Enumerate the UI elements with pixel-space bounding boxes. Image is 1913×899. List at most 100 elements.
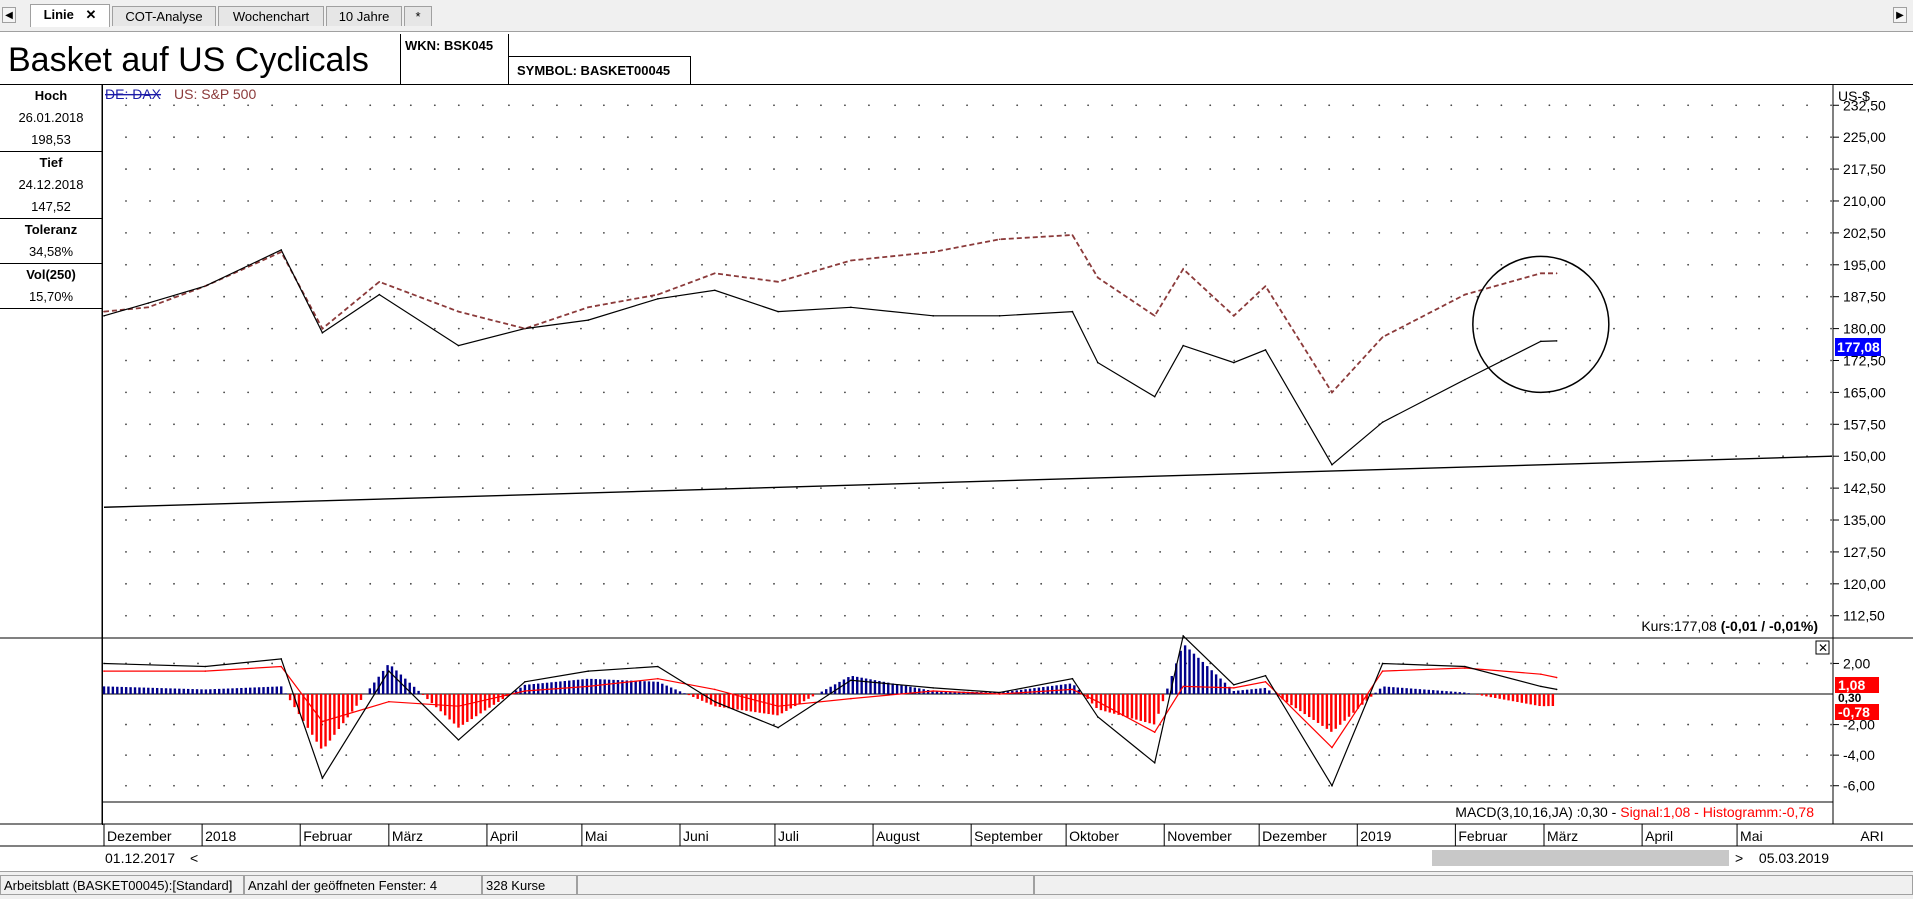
grid-dot	[651, 583, 653, 585]
grid-dot	[173, 232, 175, 234]
grid-dot	[627, 136, 629, 138]
tab-new[interactable]: *	[404, 6, 432, 26]
sp500-point	[103, 311, 105, 313]
grid-dot	[868, 264, 870, 266]
grid-dot	[1328, 200, 1330, 202]
grid-dot	[1450, 264, 1452, 266]
grid-dot	[532, 168, 534, 170]
grid-dot	[627, 583, 629, 585]
grid-dot	[321, 487, 323, 489]
grid-dot	[1735, 328, 1737, 330]
grid-dot	[992, 663, 994, 665]
grid-dot	[1450, 360, 1452, 362]
grid-dot	[295, 200, 297, 202]
grid-dot	[651, 785, 653, 787]
basket-point	[1154, 396, 1156, 398]
grid-dot	[345, 136, 347, 138]
chart-area[interactable]: 112,50120,00127,50135,00142,50150,00157,…	[0, 84, 1913, 871]
tab-scroll-right-icon[interactable]: ▶	[1893, 7, 1907, 23]
grid-dot	[966, 583, 968, 585]
grid-dot	[1830, 423, 1832, 425]
trendline[interactable]	[104, 456, 1832, 507]
grid-dot	[725, 663, 727, 665]
grid-dot	[247, 360, 249, 362]
tab-cot-analyse[interactable]: COT-Analyse	[112, 6, 216, 26]
grid-dot	[603, 232, 605, 234]
close-icon[interactable]: ✕	[86, 7, 97, 22]
grid-dot	[580, 200, 582, 202]
annotation-circle[interactable]	[1473, 256, 1609, 392]
grid-dot	[223, 200, 225, 202]
histogram-bar	[803, 694, 805, 701]
grid-dot	[1040, 136, 1042, 138]
grid-dot	[1711, 487, 1713, 489]
tab-wochenchart[interactable]: Wochenchart	[218, 6, 324, 26]
grid-dot	[369, 136, 371, 138]
hist-badge-text: -0,78	[1838, 704, 1870, 720]
grid-dot	[844, 423, 846, 425]
grid-dot	[1159, 785, 1161, 787]
grid-dot	[271, 360, 273, 362]
grid-dot	[603, 296, 605, 298]
grid-dot	[1426, 487, 1428, 489]
basket-point	[999, 315, 1001, 317]
grid-dot	[410, 724, 412, 726]
grid-dot	[1185, 168, 1187, 170]
grid-dot	[247, 232, 249, 234]
grid-dot	[1548, 663, 1550, 665]
grid-dot	[942, 328, 944, 330]
grid-dot	[149, 615, 151, 617]
grid-dot	[1016, 104, 1018, 106]
time-scroll-thumb[interactable]	[1432, 850, 1729, 866]
grid-dot	[749, 519, 751, 521]
macd-grid	[125, 663, 1832, 787]
macd-point	[1097, 716, 1099, 718]
status-worksheet: Arbeitsblatt (BASKET00045):[Standard]	[0, 875, 244, 895]
grid-dot	[942, 551, 944, 553]
grid-dot	[603, 392, 605, 394]
grid-dot	[1304, 392, 1306, 394]
histogram-bar	[471, 694, 473, 719]
grid-dot	[1304, 754, 1306, 756]
grid-dot	[1402, 392, 1404, 394]
grid-dot	[651, 423, 653, 425]
grid-dot	[295, 168, 297, 170]
grid-dot	[1450, 583, 1452, 585]
grid-dot	[1185, 423, 1187, 425]
grid-dot	[508, 455, 510, 457]
tab-10-jahre[interactable]: 10 Jahre	[326, 6, 402, 26]
month-label: September	[974, 828, 1043, 844]
close-icon[interactable]: ✕	[1818, 641, 1828, 655]
month-label: April	[490, 828, 518, 844]
signal-point	[932, 690, 934, 692]
tab-scroll-left-icon[interactable]: ◀	[2, 7, 16, 23]
legend-sp500[interactable]: US: S&P 500	[174, 86, 256, 102]
grid-dot	[1548, 583, 1550, 585]
grid-dot	[1185, 360, 1187, 362]
y-tick-label: 2,00	[1843, 655, 1870, 671]
grid-dot	[942, 360, 944, 362]
signal-point	[587, 686, 589, 688]
legend-dax[interactable]: DE: DAX	[105, 86, 162, 102]
grid-dot	[508, 423, 510, 425]
scroll-left-icon[interactable]: <	[190, 850, 198, 866]
grid-dot	[1637, 168, 1639, 170]
basket-point	[103, 315, 105, 317]
tab-linie[interactable]: Linie ✕	[30, 4, 110, 27]
grid-dot	[1426, 785, 1428, 787]
grid-dot	[1637, 551, 1639, 553]
scroll-right-icon[interactable]: >	[1735, 850, 1743, 866]
grid-dot	[820, 583, 822, 585]
grid-dot	[125, 785, 127, 787]
grid-dot	[1280, 392, 1282, 394]
grid-dot	[1806, 724, 1808, 726]
grid-dot	[532, 104, 534, 106]
grid-dot	[295, 487, 297, 489]
grid-dot	[918, 724, 920, 726]
histogram-bar	[1055, 685, 1057, 694]
grid-dot	[918, 232, 920, 234]
grid-dot	[1304, 519, 1306, 521]
grid-dot	[1111, 360, 1113, 362]
histogram-bar	[1547, 694, 1549, 706]
grid-dot	[675, 392, 677, 394]
